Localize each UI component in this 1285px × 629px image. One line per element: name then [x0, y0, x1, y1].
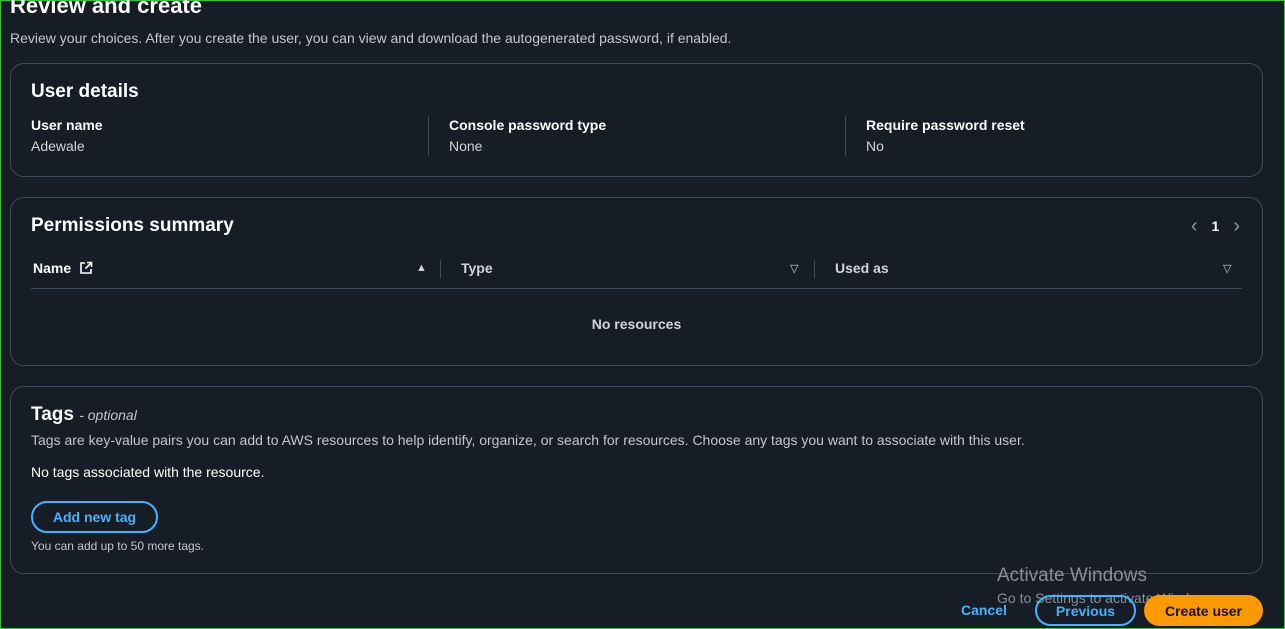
field-value: Adewale	[31, 138, 85, 154]
tags-title-text: Tags	[31, 404, 74, 425]
cancel-button[interactable]: Cancel	[953, 597, 1015, 623]
permissions-summary-card: Permissions summary ‹ 1 › Name ▲ Type ▽ …	[10, 197, 1263, 366]
tags-empty-text: No tags associated with the resource.	[31, 464, 265, 480]
chevron-left-icon[interactable]: ‹	[1191, 216, 1198, 236]
add-new-tag-button[interactable]: Add new tag	[31, 501, 158, 533]
page-title: Review and create	[10, 0, 202, 18]
column-label: Used as	[835, 260, 889, 276]
page-description: Review your choices. After you create th…	[10, 30, 732, 46]
empty-state-text: No resources	[591, 316, 682, 332]
column-header-type[interactable]: Type	[461, 260, 493, 276]
create-user-button[interactable]: Create user	[1144, 595, 1263, 626]
chevron-right-icon[interactable]: ›	[1233, 216, 1240, 236]
tags-card: Tags - optional Tags are key-value pairs…	[10, 386, 1263, 574]
user-details-title: User details	[31, 81, 139, 102]
column-header-used-as[interactable]: Used as	[835, 260, 889, 276]
column-label: Name	[33, 260, 72, 276]
table-header: Name ▲ Type ▽ Used as ▽	[31, 256, 1242, 289]
field-console-password-type: Console password type None	[449, 117, 606, 157]
column-divider	[440, 260, 441, 278]
column-divider	[428, 116, 429, 156]
column-divider	[814, 260, 815, 278]
page-number[interactable]: 1	[1212, 218, 1220, 234]
field-value: None	[449, 138, 483, 154]
previous-button[interactable]: Previous	[1035, 595, 1136, 626]
column-divider	[845, 116, 846, 156]
field-label: User name	[31, 117, 103, 133]
activate-windows-watermark-title: Activate Windows	[997, 565, 1147, 586]
tags-limit-hint: You can add up to 50 more tags.	[31, 539, 205, 553]
field-label: Console password type	[449, 117, 607, 133]
permissions-summary-title: Permissions summary	[31, 215, 234, 236]
column-label: Type	[461, 260, 493, 276]
sort-ascending-icon[interactable]: ▲	[416, 262, 427, 274]
sort-descending-icon[interactable]: ▽	[790, 262, 798, 275]
field-label: Require password reset	[866, 117, 1025, 133]
tags-description: Tags are key-value pairs you can add to …	[31, 432, 1025, 448]
pagination: ‹ 1 ›	[1191, 216, 1240, 236]
user-details-card: User details User name Adewale Console p…	[10, 63, 1263, 177]
field-value: No	[866, 138, 884, 154]
optional-label: - optional	[79, 407, 137, 423]
tags-title: Tags - optional	[31, 404, 137, 426]
field-user-name: User name Adewale	[31, 117, 103, 157]
external-link-icon	[79, 261, 93, 278]
column-header-name[interactable]: Name	[33, 260, 93, 278]
field-require-password-reset: Require password reset No	[866, 117, 1025, 157]
sort-descending-icon[interactable]: ▽	[1223, 262, 1231, 275]
